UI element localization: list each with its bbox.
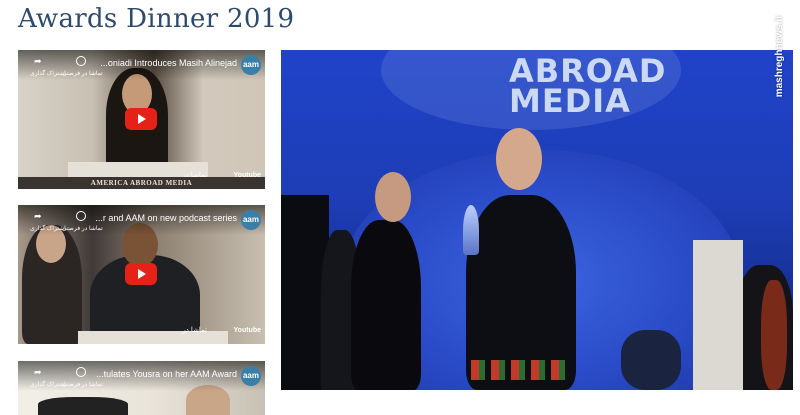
watch-later-label: تماشا در فرصتی <box>62 226 103 232</box>
youtube-logo[interactable]: Youtube <box>234 324 261 338</box>
double-bass <box>761 280 787 390</box>
stage-banner: ABROAD MEDIA <box>509 55 666 120</box>
honoree-face <box>496 128 542 190</box>
video-caption: AMERICA ABROAD MEDIA <box>18 177 265 189</box>
watch-later-icon[interactable] <box>76 367 86 377</box>
watch-later-icon[interactable] <box>76 211 86 221</box>
video-embed-1[interactable]: ➦ اشتراک گذاری تماشا در فرصتی ...oniadi … <box>18 50 265 189</box>
watch-later-icon[interactable] <box>76 56 86 66</box>
event-photo: ABROAD MEDIA <box>281 50 793 390</box>
banner-line-2: MEDIA <box>509 82 631 120</box>
channel-avatar[interactable]: aam <box>241 366 261 386</box>
video-title[interactable]: ...r and AAM on new podcast series <box>95 213 237 223</box>
watch-on-label[interactable]: تماشا در <box>182 324 207 338</box>
video-embed-2[interactable]: ➦ اشتراک گذاری تماشا در فرصتی ...r and A… <box>18 205 265 344</box>
presenter-face <box>375 172 411 222</box>
panda-graphic <box>38 397 128 415</box>
video-title[interactable]: ...tulates Yousra on her AAM Award <box>96 369 237 379</box>
share-label: اشتراک گذاری <box>30 71 66 77</box>
watermark-text: mashreghnews.ir <box>774 15 785 98</box>
video-title[interactable]: ...oniadi Introduces Masih Alinejad <box>100 58 237 68</box>
video-embed-3[interactable]: ➦ اشتراک گذاری تماشا در فرصتی ...tulates… <box>18 361 265 415</box>
presenter-figure <box>351 220 421 390</box>
channel-avatar[interactable]: aam <box>241 210 261 230</box>
channel-avatar[interactable]: aam <box>241 55 261 75</box>
watch-later-label: تماشا در فرصتی <box>62 382 103 388</box>
watermark: mashreghnews.ir <box>774 15 790 125</box>
share-label: اشتراک گذاری <box>30 382 66 388</box>
share-icon[interactable]: ➦ <box>34 56 42 67</box>
share-label: اشتراک گذاری <box>30 226 66 232</box>
play-button[interactable] <box>125 108 157 130</box>
award-trophy <box>463 205 479 255</box>
share-icon[interactable]: ➦ <box>34 211 42 222</box>
watch-later-label: تماشا در فرصتی <box>62 71 103 77</box>
floral-skirt-trim <box>471 360 571 380</box>
play-button[interactable] <box>125 263 157 285</box>
side-door <box>693 240 743 390</box>
share-icon[interactable]: ➦ <box>34 367 42 378</box>
drum-kit <box>621 330 681 390</box>
page-title: Awards Dinner 2019 <box>18 4 295 34</box>
